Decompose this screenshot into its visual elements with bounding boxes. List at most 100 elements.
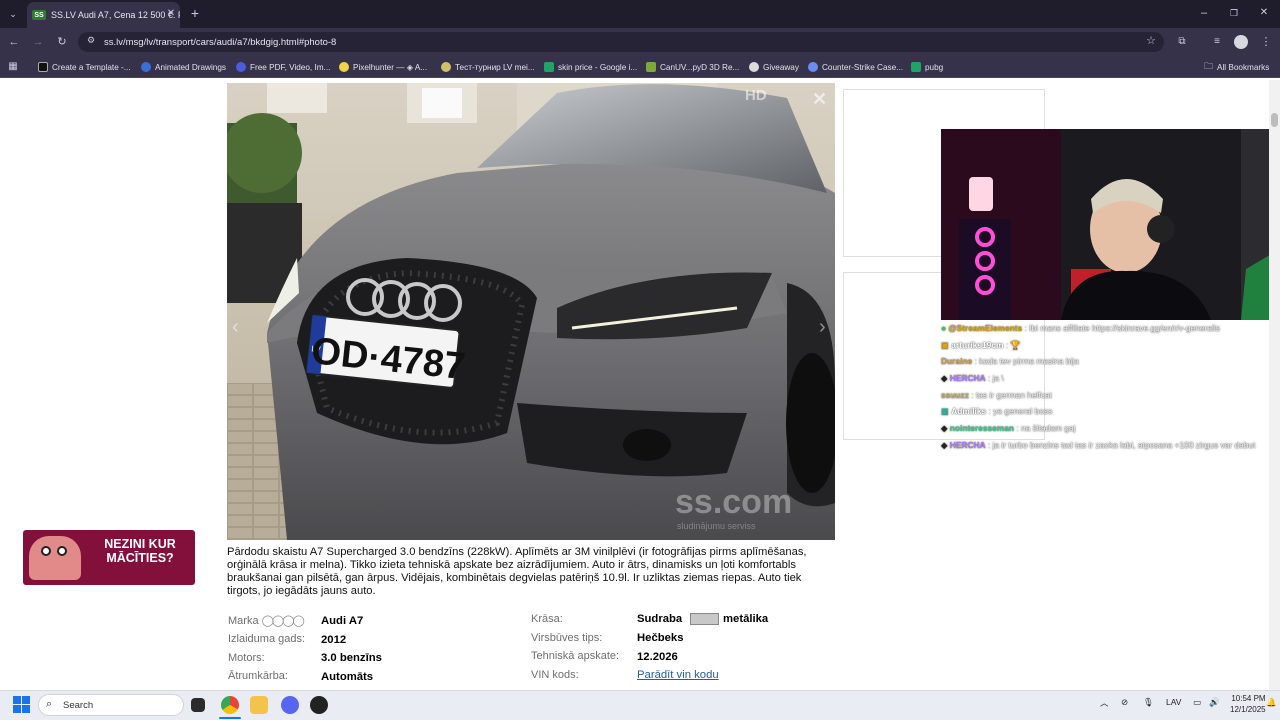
spec-label-body: Virsbūves tips:: [531, 632, 603, 644]
mascot-eye: [57, 546, 67, 556]
bookmark-item[interactable]: Тест-турнир LV mei...: [441, 60, 535, 74]
tab-search-icon[interactable]: ⌄: [5, 6, 21, 22]
spec-label-year: Izlaiduma gads:: [228, 633, 306, 645]
photo-prev-icon[interactable]: ‹: [232, 316, 239, 338]
bookmark-favicon-icon: [38, 62, 48, 72]
color-swatch: [690, 613, 719, 625]
bookmark-item[interactable]: Free PDF, Video, Im...: [236, 60, 330, 74]
chat-message: Duraine : kada tev pirma masina bija: [941, 356, 1079, 366]
obs-icon[interactable]: [310, 696, 328, 714]
bookmark-item[interactable]: Animated Drawings: [141, 60, 226, 74]
chat-badge-icon: ▣: [941, 406, 949, 416]
menu-icon[interactable]: ⋮: [1258, 34, 1274, 50]
extensions-icon[interactable]: ⧉: [1174, 34, 1190, 50]
ss-favicon-icon: SS: [32, 10, 46, 20]
chat-message: ◆ nointeresseman : na šitadam gaj: [941, 423, 1076, 433]
media-icon[interactable]: ≡: [1209, 34, 1225, 50]
ad-banner[interactable]: NEZINI KUR MĀCĪTIES?: [23, 530, 195, 585]
bookmark-item[interactable]: pubg: [911, 60, 943, 74]
hd-badge[interactable]: HD: [745, 87, 767, 104]
chat-badge-icon: ◆: [941, 373, 948, 383]
webcam-overlay: [941, 129, 1280, 320]
tab-close-icon[interactable]: ✕: [163, 6, 179, 22]
page-scrollbar[interactable]: [1269, 80, 1280, 690]
scrollbar-thumb[interactable]: [1271, 113, 1278, 127]
webcam-image: [941, 129, 1280, 320]
search-icon: ⌕: [46, 698, 53, 710]
bookmark-favicon-icon: [339, 62, 349, 72]
bookmark-favicon-icon: [544, 62, 554, 72]
file-explorer-icon[interactable]: [250, 696, 268, 714]
bookmark-item[interactable]: Giveaway: [749, 60, 799, 74]
chat-badge-icon: ●: [941, 323, 947, 333]
bookmark-favicon-icon: [236, 62, 246, 72]
mascot-eye: [41, 546, 51, 556]
bookmark-favicon-icon: [141, 62, 151, 72]
tab-active[interactable]: SS SS.LV Audi A7, Cena 12 500 €. P: [27, 2, 180, 28]
spec-value-inspection: 12.2026: [637, 651, 678, 663]
photo-close-icon[interactable]: ✕: [812, 89, 827, 109]
volume-icon[interactable]: 🔊: [1209, 697, 1220, 708]
ss-watermark-subtitle: sludinājumu serviss: [677, 521, 756, 531]
restore-icon[interactable]: ❐: [1226, 5, 1242, 21]
spec-value-gearbox: Automāts: [321, 671, 374, 683]
show-vin-link[interactable]: Parādīt vin kodu: [637, 669, 719, 681]
url-text: ss.lv/msg/lv/transport/cars/audi/a7/bkdg…: [104, 36, 337, 48]
bookmark-item[interactable]: skin price - Google i...: [544, 60, 637, 74]
back-icon[interactable]: ←: [6, 34, 22, 50]
bookmark-star-icon[interactable]: ☆: [1146, 34, 1156, 47]
spec-value-make: Audi A7: [321, 615, 364, 627]
apps-grid-icon[interactable]: ▦: [5, 59, 21, 75]
spec-label-vin: VIN kods:: [531, 669, 579, 681]
spec-label-gearbox: Ātrumkārba:: [228, 670, 288, 682]
taskbar-search[interactable]: ⌕ Search: [38, 694, 184, 716]
spec-value-color: Sudraba: [637, 613, 683, 625]
minimize-icon[interactable]: –: [1196, 5, 1212, 21]
window-close-icon[interactable]: ✕: [1256, 5, 1272, 21]
bookmark-item[interactable]: CanUV...pyD 3D Re...: [646, 60, 739, 74]
spec-label-engine: Motors:: [228, 652, 265, 664]
chrome-icon[interactable]: [221, 696, 239, 714]
chat-message: ◆ HERCHA : ja ir turbo benzins tad tas i…: [941, 440, 1256, 450]
bookmark-item[interactable]: Pixelhunter — ◈ A...: [339, 60, 427, 74]
task-view-icon[interactable]: [191, 698, 205, 712]
tray-overflow-icon[interactable]: ︿: [1100, 697, 1109, 709]
spec-value-year: 2012: [321, 634, 347, 646]
profile-avatar[interactable]: [1234, 35, 1248, 49]
monitor-icon[interactable]: ▭: [1193, 697, 1201, 708]
ss-watermark: ss.com: [675, 483, 792, 521]
discord-icon[interactable]: [281, 696, 299, 714]
spec-value-color-finish: metālika: [723, 613, 769, 625]
tray-app-icon[interactable]: ⊘: [1121, 697, 1128, 708]
chat-message: ▣ Admiliks : ya general boss: [941, 406, 1053, 416]
car-photo[interactable]: LV OD·4787 HD ✕ ss.com sludinājumu servi…: [227, 83, 835, 540]
spec-value-body: Hečbeks: [637, 632, 684, 644]
chat-message: ◆ HERCHA : ja \: [941, 373, 1004, 383]
mascot-illustration: [29, 536, 81, 580]
photo-next-icon[interactable]: ›: [819, 316, 826, 338]
microphone-icon[interactable]: 🎙: [1143, 697, 1154, 708]
bookmark-favicon-icon: [749, 62, 759, 72]
chat-badge-icon: ◆: [941, 423, 948, 433]
bookmark-favicon-icon: [911, 62, 921, 72]
chat-badge-icon: ◆: [941, 440, 948, 450]
listing-description: Pārdodu skaistu A7 Supercharged 3.0 bend…: [227, 546, 807, 597]
chat-badge-icon: ▣: [941, 340, 949, 350]
new-tab-icon[interactable]: +: [187, 5, 203, 21]
forward-icon[interactable]: →: [30, 34, 46, 50]
site-info-icon[interactable]: ⚙: [87, 35, 95, 46]
windows-start-icon[interactable]: [13, 696, 30, 713]
spec-label-inspection: Tehniskā apskate:: [531, 650, 620, 662]
reload-icon[interactable]: ↻: [54, 34, 70, 50]
car-photo-drawing: LV OD·4787 HD ✕ ss.com sludinājumu servi…: [227, 83, 835, 540]
language-indicator[interactable]: LAV: [1166, 697, 1181, 707]
clock[interactable]: 10:54 PM 12/1/2025: [1230, 693, 1266, 715]
bookmark-favicon-icon: [646, 62, 656, 72]
notification-bell-icon[interactable]: 🔔: [1266, 697, 1277, 708]
ad-text: NEZINI KUR MĀCĪTIES?: [104, 537, 176, 565]
address-bar[interactable]: ⚙ ss.lv/msg/lv/transport/cars/audi/a7/bk…: [78, 32, 1164, 52]
bookmark-item[interactable]: Counter-Strike Case...: [808, 60, 903, 74]
spec-label-color: Krāsa:: [531, 613, 563, 625]
bookmark-item[interactable]: Create a Template -...: [38, 60, 131, 74]
all-bookmarks-button[interactable]: 🗀 All Bookmarks: [1204, 60, 1269, 74]
